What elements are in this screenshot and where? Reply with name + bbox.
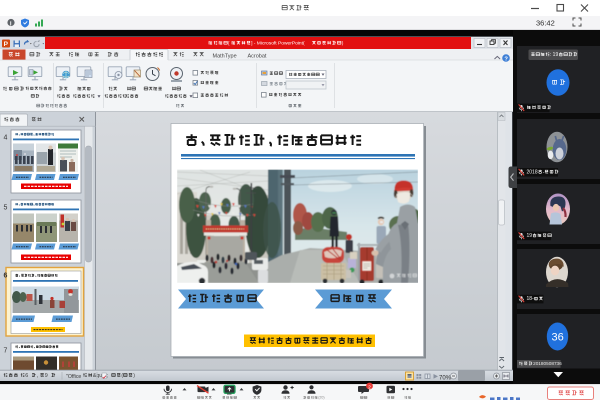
svg-text:] - Microsoft PowerPoint(: ] - Microsoft PowerPoint( [251, 41, 305, 47]
svg-text:?: ? [504, 57, 508, 63]
svg-text:19: 19 [527, 233, 533, 239]
svg-text:7: 7 [4, 348, 8, 355]
svg-text:P: P [4, 41, 9, 48]
svg-text:2018: 2018 [527, 169, 538, 175]
svg-text:20180508736: 20180508736 [533, 361, 562, 366]
svg-text:18-: 18- [527, 296, 535, 302]
svg-text:(20): (20) [318, 396, 324, 400]
svg-text:5: 5 [4, 205, 8, 212]
svg-text:36:42: 36:42 [536, 19, 555, 28]
svg-text:MathType: MathType [213, 53, 237, 59]
svg-text:6: 6 [25, 373, 28, 379]
svg-text:36: 36 [552, 332, 564, 344]
svg-text:: 19: : 19 [550, 52, 559, 58]
svg-text:9: 9 [45, 373, 48, 379]
svg-text:2: 2 [368, 384, 371, 390]
svg-text:6: 6 [4, 273, 8, 280]
svg-text:70%: 70% [439, 376, 452, 382]
svg-text:Acrobat: Acrobat [248, 53, 267, 59]
svg-text:4: 4 [4, 135, 8, 142]
svg-text:"Office: "Office [66, 374, 81, 380]
